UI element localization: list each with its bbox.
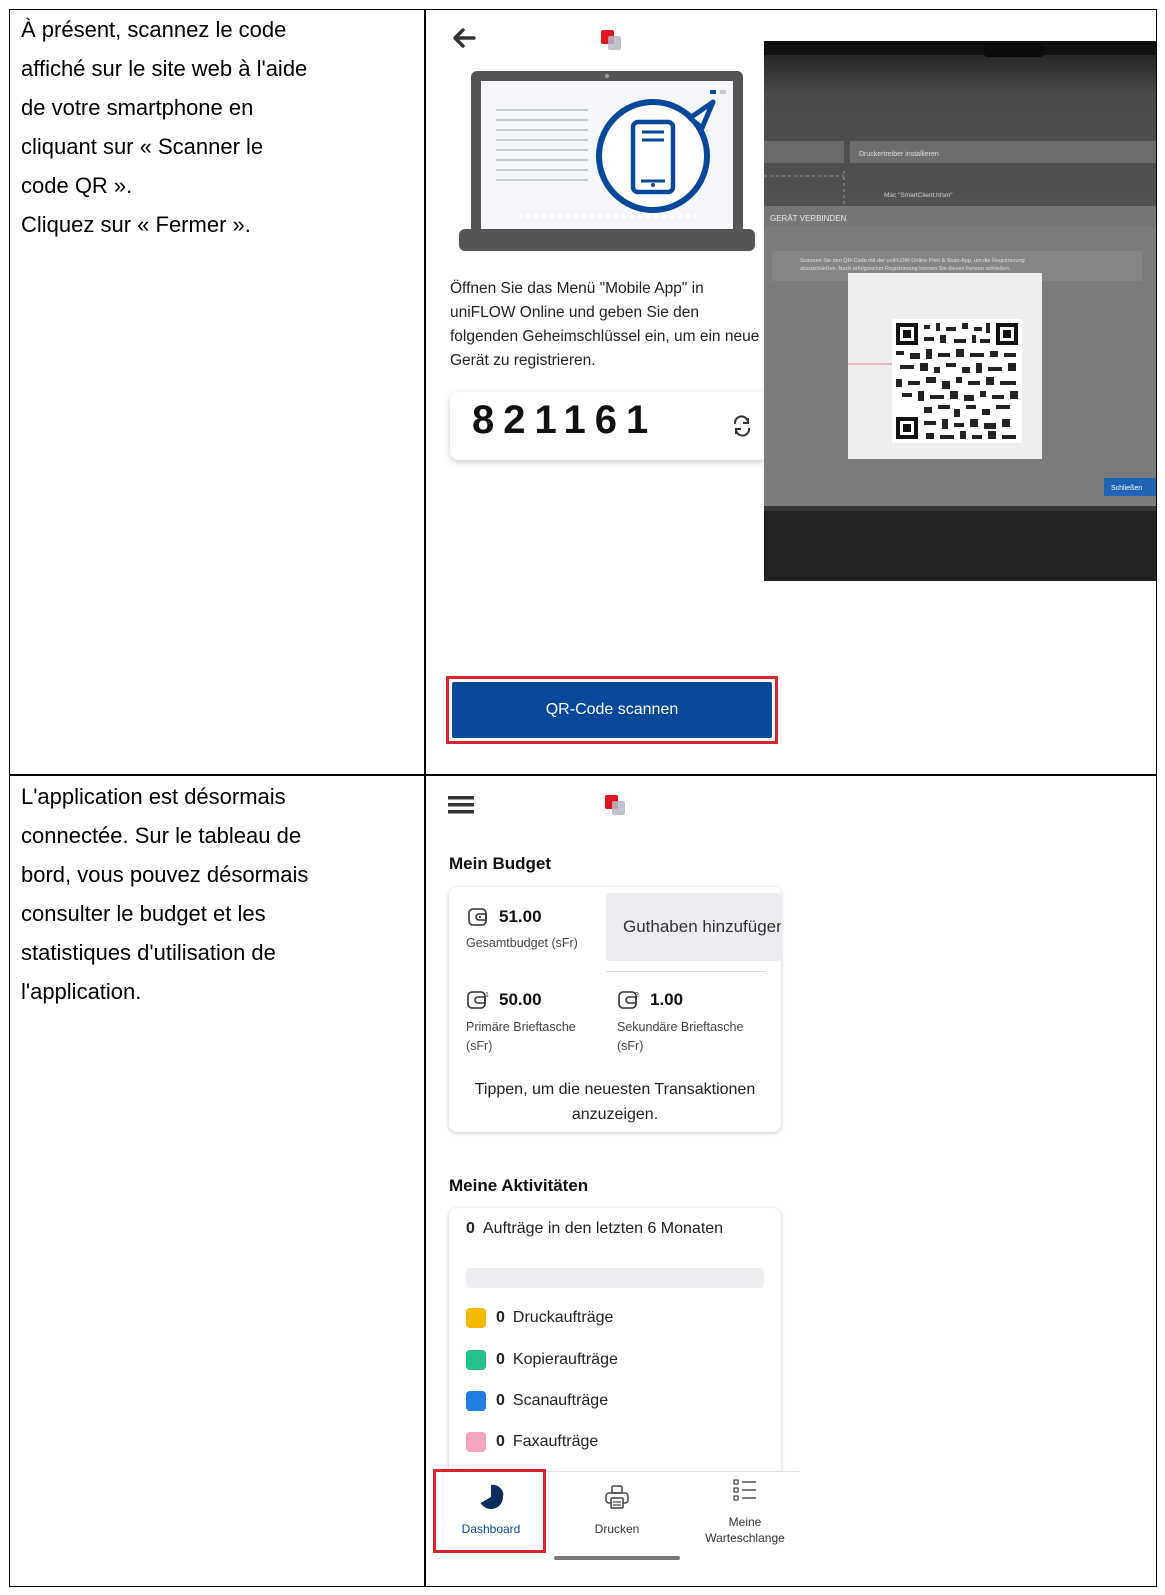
print-jobs-count: 0	[496, 1309, 505, 1326]
instruction-line: Gerät zu registrieren.	[450, 352, 596, 369]
dialog-title: GERÄT VERBINDEN	[770, 214, 847, 223]
text-line: bord, vous pouvez désormais	[21, 862, 309, 887]
nav-print-label: Drucken	[594, 1522, 640, 1536]
add-credit-button[interactable]: Guthaben hinzufügen	[606, 893, 781, 961]
svg-text:1: 1	[485, 992, 489, 999]
hint-line: anzuzeigen.	[571, 1106, 659, 1123]
print-jobs-swatch	[466, 1308, 486, 1328]
text-line: Cliquez sur « Fermer ».	[21, 212, 251, 237]
copy-jobs-swatch	[466, 1350, 486, 1370]
hamburger-menu-icon[interactable]	[448, 794, 474, 816]
nav-label-line: Warteschlange	[705, 1531, 785, 1545]
instruction-line: Öffnen Sie das Menü "Mobile App" in	[450, 280, 704, 297]
text-line: À présent, scannez le code	[21, 17, 287, 42]
total-budget-amount: 51.00	[499, 907, 542, 926]
list-icon	[733, 1479, 756, 1501]
label-line: Sekundäre Brieftasche	[617, 1020, 744, 1034]
web-qr-photo: Druckertreiber installieren Mac "SmartCl…	[764, 41, 1156, 581]
registration-instructions: Öffnen Sie das Menü "Mobile App" in uniF…	[450, 277, 770, 373]
fax-jobs-count: 0	[496, 1433, 505, 1450]
svg-text:2: 2	[635, 992, 639, 999]
budget-card[interactable]: 51.00 Gesamtbudget (sFr) Guthaben hinzuf…	[449, 887, 781, 1132]
label-line: Primäre Brieftasche	[466, 1020, 576, 1034]
scan-qr-code-button[interactable]: QR-Code scannen	[452, 682, 772, 738]
file-item-text: Mac "SmartClient.hfsm"	[884, 192, 953, 199]
text-line: de votre smartphone en	[21, 95, 254, 120]
step-2-text: L'application est désormais connectée. S…	[21, 777, 381, 1011]
laptop-phone-illustration-icon	[459, 71, 755, 251]
dashboard-screen: Mein Budget 51.00 Gesamtbudget (sFr) Gut…	[434, 776, 800, 1586]
wallet-icon	[468, 908, 487, 926]
column-divider	[424, 10, 426, 1586]
fax-jobs-swatch	[466, 1432, 486, 1452]
text-line: cliquant sur « Scanner le	[21, 134, 264, 159]
primary-wallet-icon: 1	[467, 991, 489, 1009]
scan-button-highlight: QR-Code scannen	[446, 676, 778, 744]
activities-card: 0 Aufträge in den letzten 6 Monaten 0 Dr…	[449, 1208, 781, 1508]
label-line: (sFr)	[617, 1039, 644, 1053]
label-line: (sFr)	[466, 1039, 493, 1053]
copy-jobs-label: Kopieraufträge	[512, 1351, 618, 1368]
scan-jobs-label: Scanaufträge	[512, 1392, 609, 1409]
secret-code-box: 821161	[450, 392, 768, 460]
installer-menu-text: Druckertreiber installieren	[859, 151, 939, 158]
text-line: consulter le budget et les	[21, 901, 266, 926]
fax-jobs-label: Faxaufträge	[512, 1433, 599, 1450]
print-jobs-label: Druckaufträge	[512, 1309, 614, 1326]
budget-title: Mein Budget	[449, 854, 551, 873]
uniflow-logo-icon	[605, 795, 631, 819]
scan-jobs-row: 0 Scanaufträge	[466, 1391, 608, 1411]
svg-text:abzuschließen. Nach erfolgreic: abzuschließen. Nach erfolgreicher Regist…	[800, 266, 1011, 272]
scan-jobs-swatch	[466, 1391, 486, 1411]
text-line: l'application.	[21, 979, 142, 1004]
instruction-line: folgenden Geheimschlüssel ein, um ein ne…	[450, 328, 760, 345]
transactions-hint[interactable]: Tippen, um die neuesten Transaktionen an…	[449, 1077, 781, 1127]
total-budget-label: Gesamtbudget (sFr)	[466, 936, 578, 950]
step-1-text: À présent, scannez le code affiché sur l…	[21, 10, 381, 244]
divider	[606, 971, 766, 972]
dashboard-highlight	[433, 1469, 546, 1553]
primary-wallet-label: Primäre Brieftasche (sFr)	[466, 1018, 576, 1056]
secondary-wallet-amount: 1.00	[650, 990, 684, 1009]
jobs-count: 0	[466, 1220, 475, 1237]
uniflow-logo-icon	[601, 30, 627, 54]
text-line: code QR ».	[21, 173, 133, 198]
jobs-summary: 0 Aufträge in den letzten 6 Monaten	[466, 1220, 723, 1238]
print-jobs-row: 0 Druckaufträge	[466, 1308, 613, 1328]
nav-print[interactable]: Drucken	[562, 1472, 672, 1567]
jobs-label: Aufträge in den letzten 6 Monaten	[482, 1220, 724, 1237]
text-line: L'application est désormais	[21, 784, 286, 809]
text-line: affiché sur le site web à l'aide	[21, 56, 308, 81]
home-indicator	[554, 1556, 680, 1560]
text-line: statistiques d'utilisation de	[21, 940, 276, 965]
copy-jobs-count: 0	[496, 1351, 505, 1368]
instruction-line: uniFLOW Online und geben Sie den	[450, 304, 700, 321]
refresh-icon[interactable]	[730, 414, 754, 438]
nav-label-line: Meine	[728, 1515, 762, 1529]
activities-title: Meine Aktivitäten	[449, 1176, 589, 1195]
fax-jobs-row: 0 Faxaufträge	[466, 1432, 598, 1452]
secondary-wallet-label: Sekundäre Brieftasche (sFr)	[617, 1018, 743, 1056]
copy-jobs-row: 0 Kopieraufträge	[466, 1350, 618, 1370]
close-button: Schließen	[1111, 485, 1142, 492]
text-line: connectée. Sur le tableau de	[21, 823, 302, 848]
secret-code: 821161	[472, 398, 658, 442]
dialog-info-text: Scannen Sie den QR-Code mit der uniFLOW …	[800, 258, 1025, 264]
secondary-wallet-icon: 2	[618, 991, 639, 1009]
printer-icon	[605, 1485, 629, 1509]
jobs-progress-bar	[466, 1268, 764, 1288]
primary-wallet-amount: 50.00	[499, 990, 542, 1009]
nav-queue-label: Meine Warteschlange	[690, 1514, 800, 1546]
hint-line: Tippen, um die neuesten Transaktionen	[474, 1081, 756, 1098]
nav-queue[interactable]: Meine Warteschlange	[690, 1472, 800, 1567]
registration-screen: Öffnen Sie das Menü "Mobile App" in uniF…	[438, 12, 798, 762]
scan-jobs-count: 0	[496, 1392, 505, 1409]
back-arrow-icon[interactable]	[450, 24, 478, 52]
qr-code-icon	[892, 319, 1022, 443]
